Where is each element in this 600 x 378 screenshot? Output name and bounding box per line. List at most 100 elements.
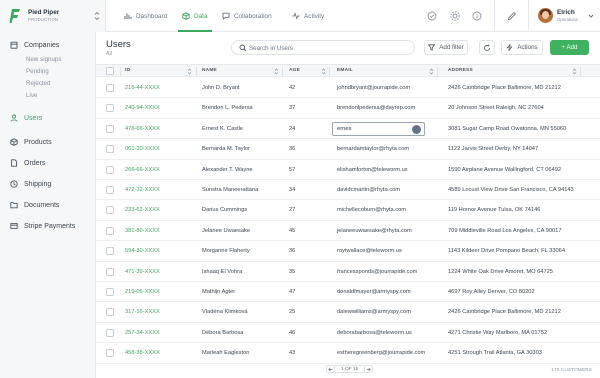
actions-button[interactable]: Actions: [501, 40, 543, 55]
workspace-switcher[interactable]: Pied Piper PRODUCTION: [0, 0, 106, 32]
cell-id[interactable]: 594-30-XXXX: [125, 248, 160, 254]
email-edit-field[interactable]: [332, 121, 425, 136]
sidebar-subitem-rejected[interactable]: Rejected: [26, 80, 50, 87]
sidebar-item-products[interactable]: Products: [10, 138, 52, 146]
cell-address: 1122 Jarvis Street Derby, NY 14047: [448, 146, 539, 153]
row-checkbox[interactable]: [106, 84, 114, 92]
cell-age: 37: [289, 105, 296, 112]
cell-address: 20 Johnson Street Raleigh, NC 27604: [448, 105, 544, 112]
cell-address: 4271 Christie Way Marlboro, MA 01752: [448, 329, 548, 336]
add-button[interactable]: + Add: [550, 40, 589, 55]
tab-collaboration[interactable]: Collaboration: [222, 0, 272, 32]
email-edit-input[interactable]: [337, 123, 407, 135]
tab-activity[interactable]: Activity: [292, 0, 324, 32]
user-menu-chevron-icon[interactable]: [588, 12, 594, 20]
cell-id[interactable]: 233-62-XXXX: [125, 207, 160, 213]
tab-dashboard[interactable]: Dashboard: [124, 0, 167, 32]
sidebar-item-shipping[interactable]: Shipping: [10, 180, 51, 188]
tab-activity-label: Activity: [304, 12, 325, 20]
table-row[interactable]: 233-62-XXXX Darius Cummings 27 michellec…: [96, 200, 600, 221]
row-checkbox[interactable]: [106, 104, 114, 113]
table-row[interactable]: 266-66-XXXX Alexander T. Wayne 57 elisha…: [96, 160, 600, 180]
row-checkbox[interactable]: [106, 349, 114, 358]
row-checkbox[interactable]: [106, 226, 114, 235]
row-checkbox[interactable]: [106, 308, 114, 317]
cell-id[interactable]: 317-16-XXXX: [125, 309, 160, 315]
table-row[interactable]: 061-20-XXXX Bernarda M. Taylor 36 bernar…: [96, 139, 600, 160]
table-row[interactable]: 458-38-XXXX Marleah Eagleston 43 esthere…: [96, 343, 600, 364]
tab-data[interactable]: Data: [178, 0, 211, 32]
table-row[interactable]: 476-66-XXXX Ernest K. Castle 24 3081 Sug…: [96, 119, 600, 140]
cell-id[interactable]: 472-32-XXXX: [125, 187, 160, 193]
cell-id[interactable]: 471-39-XXXX: [125, 269, 160, 275]
table-row[interactable]: 594-30-XXXX Morganne Flaherty 36 roytwal…: [96, 241, 600, 262]
row-checkbox[interactable]: [106, 206, 114, 215]
info-icon[interactable]: [471, 10, 483, 22]
search-input[interactable]: [249, 42, 409, 54]
add-filter-button[interactable]: Add filter: [424, 40, 468, 55]
table-row[interactable]: 381-80-XXXX Jelanee Uwaesake 45 jelaneeu…: [96, 221, 600, 242]
add-filter-label: Add filter: [439, 44, 464, 51]
select-all-checkbox[interactable]: [106, 67, 114, 75]
cell-id[interactable]: 476-66-XXXX: [125, 126, 160, 132]
column-header-age[interactable]: AGE: [289, 68, 300, 73]
row-checkbox[interactable]: [106, 328, 114, 337]
user-name[interactable]: Elrich: [557, 9, 575, 16]
cell-id[interactable]: 266-66-XXXX: [125, 167, 160, 173]
check-circle-icon[interactable]: [426, 10, 438, 22]
column-header-email[interactable]: EMAIL: [337, 68, 353, 73]
column-separator: [329, 67, 330, 76]
row-checkbox[interactable]: [106, 186, 114, 194]
row-checkbox[interactable]: [106, 165, 114, 174]
chat-icon: [222, 12, 230, 20]
table-row[interactable]: 472-32-XXXX Sunstra Maneerattana 34 davi…: [96, 180, 600, 201]
sidebar-subitem-live[interactable]: Live: [26, 92, 37, 99]
column-header-name[interactable]: NAME: [202, 68, 217, 73]
sidebar-item-label: Companies: [24, 41, 60, 49]
cell-id[interactable]: 381-80-XXXX: [125, 228, 160, 234]
cell-id[interactable]: 240-94-XXXX: [125, 105, 160, 111]
sort-icon[interactable]: [274, 68, 279, 75]
prev-page-button[interactable]: [326, 365, 335, 373]
sidebar-item-companies[interactable]: Companies: [10, 41, 59, 49]
cell-age: 57: [289, 166, 296, 173]
sidebar-item-orders[interactable]: Orders: [10, 159, 45, 167]
row-checkbox[interactable]: [106, 247, 114, 256]
sidebar-subitem-new-signups[interactable]: New signups: [26, 56, 61, 63]
sidebar-item-documents[interactable]: Documents: [10, 201, 59, 209]
table-row[interactable]: 240-94-XXXX Brendon L. Pedersa 37 brendo…: [96, 98, 600, 119]
row-checkbox[interactable]: [106, 267, 114, 276]
cell-age: 24: [289, 125, 296, 132]
sidebar-subitem-pending[interactable]: Pending: [26, 68, 49, 75]
edit-confirm-dot[interactable]: [412, 124, 421, 134]
filter-icon: [428, 44, 436, 51]
cell-id[interactable]: 458-38-XXXX: [125, 350, 160, 356]
cell-id[interactable]: 257-34-XXXX: [125, 330, 160, 336]
cell-id[interactable]: 061-20-XXXX: [125, 146, 160, 152]
table-row[interactable]: 317-16-XXXX Vladéna Klimková 25 dalewwil…: [96, 302, 600, 323]
search-box[interactable]: [231, 40, 415, 55]
gear-icon[interactable]: [449, 10, 461, 22]
row-checkbox[interactable]: [106, 145, 114, 154]
column-header-address[interactable]: ADDRESS: [448, 68, 473, 73]
sort-icon[interactable]: [187, 68, 192, 75]
next-page-button[interactable]: [364, 365, 374, 373]
sidebar-item-users[interactable]: Users: [10, 114, 42, 122]
row-checkbox[interactable]: [106, 288, 114, 296]
sidebar-item-stripe-payments[interactable]: Stripe Payments: [10, 222, 75, 230]
sort-icon[interactable]: [429, 68, 434, 75]
column-header-id[interactable]: ID: [125, 68, 130, 73]
table-row[interactable]: 219-06-XXXX Mathijn Agter 47 donaldfmaye…: [96, 282, 600, 303]
avatar[interactable]: [538, 8, 553, 23]
refresh-button[interactable]: [479, 40, 495, 55]
sort-icon[interactable]: [321, 68, 326, 75]
page-title: Users: [106, 39, 131, 50]
table-row[interactable]: 471-39-XXXX Ishaaq El Vohra 35 francessp…: [96, 262, 600, 282]
row-checkbox[interactable]: [106, 124, 114, 133]
table-row[interactable]: 257-34-XXXX Débora Barbosa 46 deborabarb…: [96, 323, 600, 344]
pen-icon[interactable]: [506, 10, 518, 22]
cell-id[interactable]: 219-06-XXXX: [125, 289, 160, 295]
cell-id[interactable]: 216-44-XXXX: [125, 85, 160, 91]
sort-icon[interactable]: [572, 68, 577, 75]
table-row[interactable]: 216-44-XXXX John D. Bryant 42 johndbryan…: [96, 78, 600, 99]
